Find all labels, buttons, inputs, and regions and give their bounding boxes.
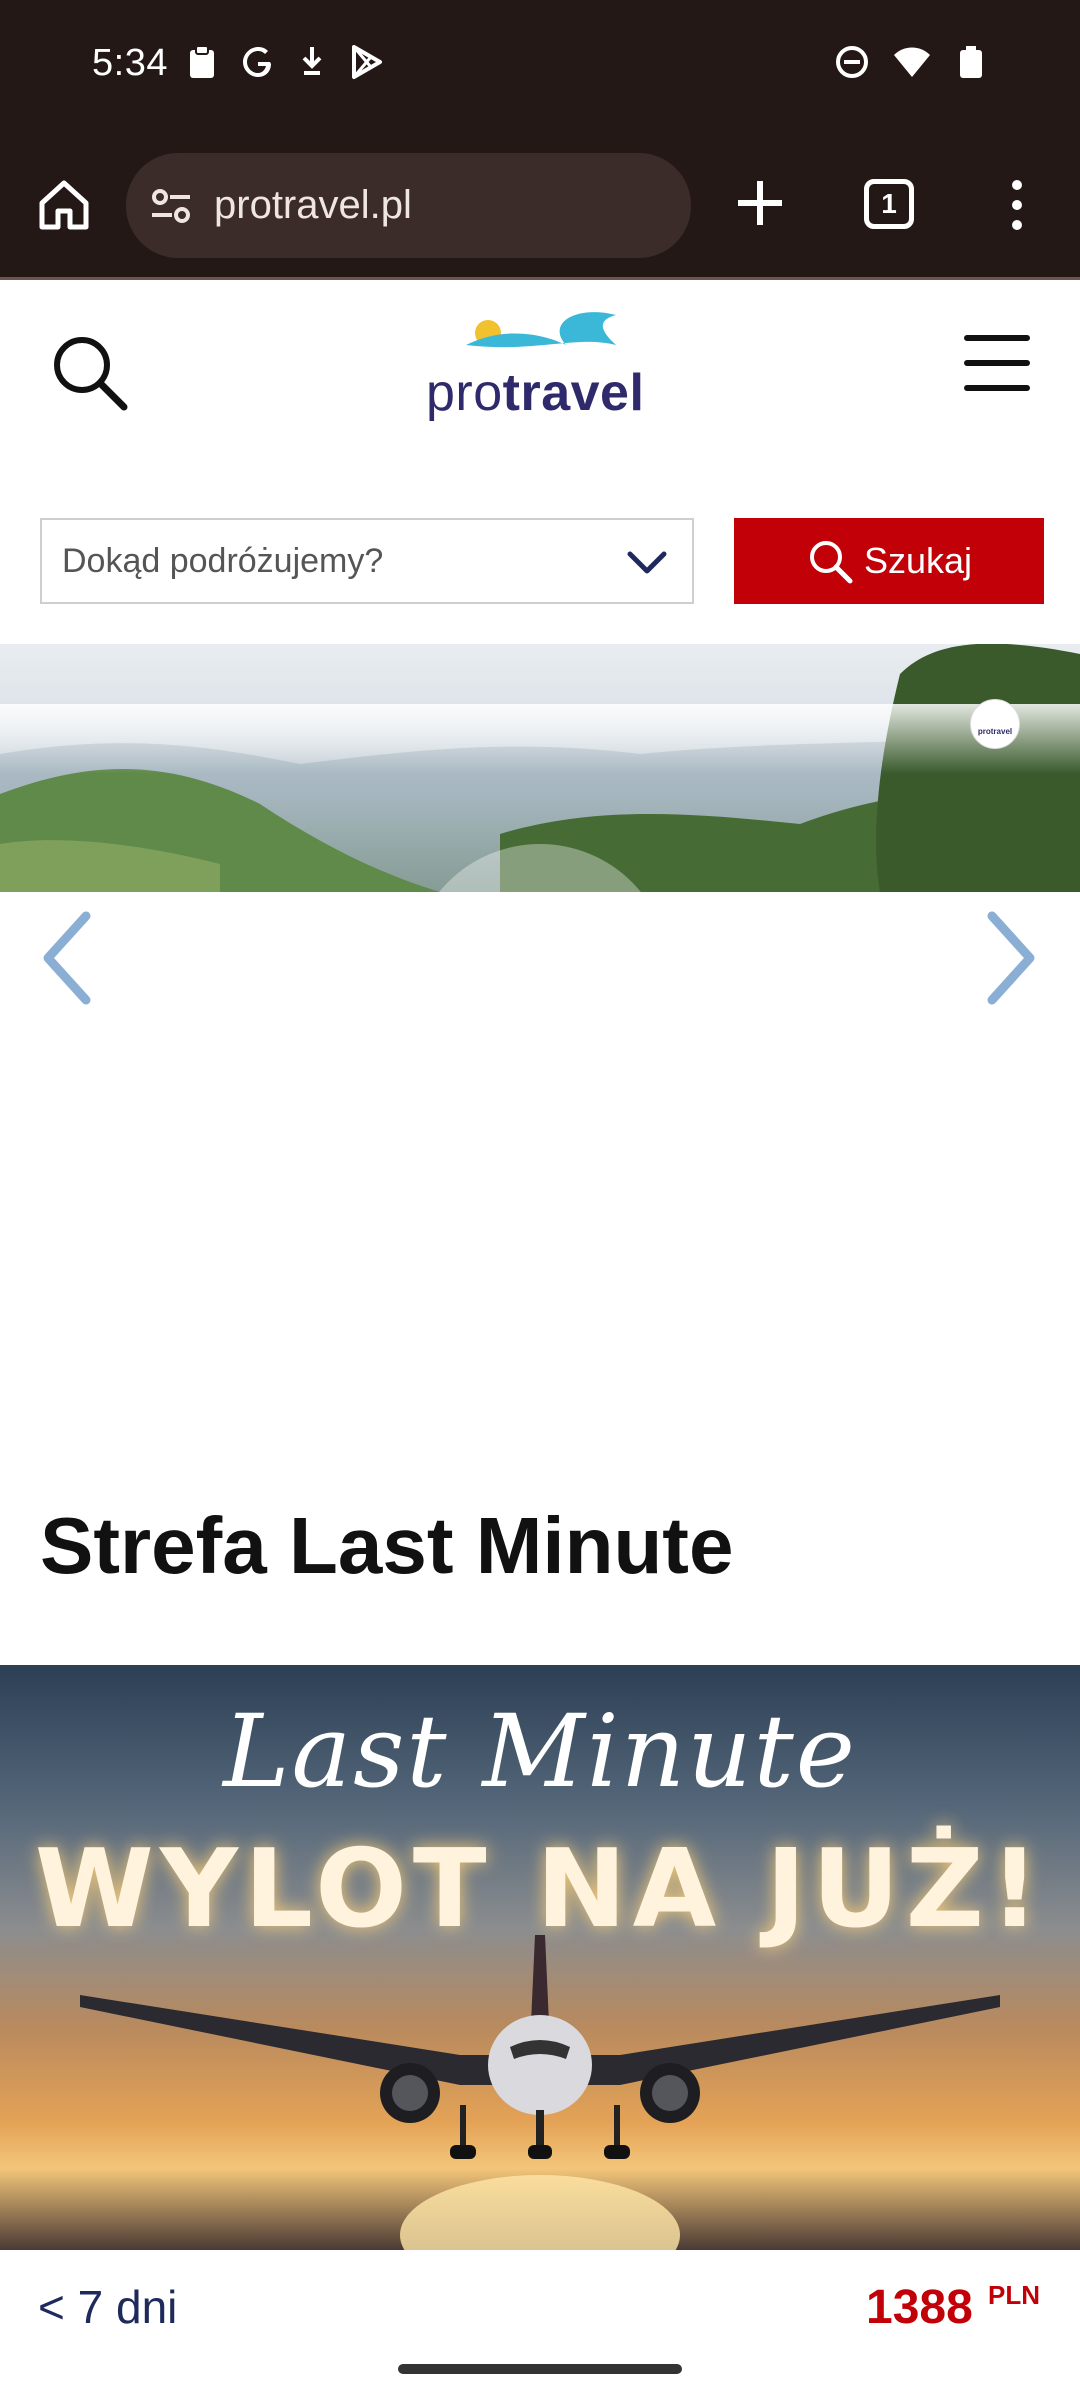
home-button[interactable]: [34, 175, 94, 235]
browser-toolbar: protravel.pl 1: [0, 135, 1080, 280]
battery-icon: [960, 46, 982, 78]
download-icon: [302, 47, 322, 75]
tab-switcher-button[interactable]: 1: [864, 179, 918, 233]
destination-placeholder: Dokąd podróżujemy?: [62, 541, 384, 580]
search-button-label: Szukaj: [863, 540, 973, 581]
status-bar: 5:34: [0, 0, 1080, 135]
chevron-right-icon: [987, 911, 1035, 1005]
hero-banner-image[interactable]: protravel: [0, 644, 1080, 892]
carousel-prev-button[interactable]: [40, 910, 94, 1006]
more-vert-icon: [1012, 180, 1022, 230]
site-header: protravel: [0, 283, 1080, 463]
gesture-navigation-bar[interactable]: [398, 2364, 682, 2374]
search-submit-button[interactable]: Szukaj: [734, 518, 1044, 604]
play-store-icon: [352, 45, 382, 79]
address-bar[interactable]: protravel.pl: [126, 153, 691, 258]
chevron-down-icon: [627, 551, 667, 574]
tab-count: 1: [881, 188, 897, 219]
section-title-last-minute: Strefa Last Minute: [40, 1501, 734, 1590]
offer-currency: PLN: [988, 2280, 1040, 2310]
tabs-icon: 1: [864, 179, 914, 229]
site-settings-icon[interactable]: [148, 183, 194, 229]
browser-menu-button[interactable]: [1000, 175, 1034, 235]
offer-duration: < 7 dni: [38, 2281, 178, 2333]
site-search-button[interactable]: [48, 331, 130, 413]
google-icon: [243, 47, 271, 77]
plus-icon: [738, 181, 782, 225]
destination-select[interactable]: Dokąd podróżujemy?: [40, 518, 694, 604]
wifi-icon: [894, 47, 930, 77]
hamburger-menu-button[interactable]: [964, 335, 1030, 391]
logo-text: protravel: [426, 364, 645, 422]
status-time: 5:34: [92, 42, 168, 84]
mist-overlay: [0, 704, 1080, 774]
offer-card[interactable]: < 7 dni 1388 PLN: [0, 2250, 1080, 2360]
status-notification-icons: [186, 44, 384, 80]
last-minute-banner[interactable]: Last Minute WYLOT NA JUŻ!: [0, 1665, 1080, 2250]
offer-price: 1388: [866, 2281, 973, 2334]
do-not-disturb-icon: [836, 46, 868, 78]
banner-script-text: Last Minute: [223, 1693, 857, 1810]
clipboard-icon: [190, 45, 214, 78]
home-icon: [39, 180, 89, 230]
banner-headline: WYLOT NA JUŻ!: [34, 1827, 1046, 1952]
search-icon: [54, 337, 128, 411]
hamburger-icon: [964, 335, 1030, 391]
carousel-next-button[interactable]: [984, 910, 1038, 1006]
new-tab-button[interactable]: [732, 175, 788, 231]
protravel-logo[interactable]: protravel: [426, 305, 656, 425]
chevron-left-icon: [43, 911, 91, 1005]
search-icon: [809, 541, 853, 584]
url-text: protravel.pl: [214, 183, 412, 227]
status-system-icons: [834, 44, 988, 80]
airplane-image: [80, 1935, 1000, 2250]
hero-logo-badge: protravel: [970, 699, 1020, 749]
